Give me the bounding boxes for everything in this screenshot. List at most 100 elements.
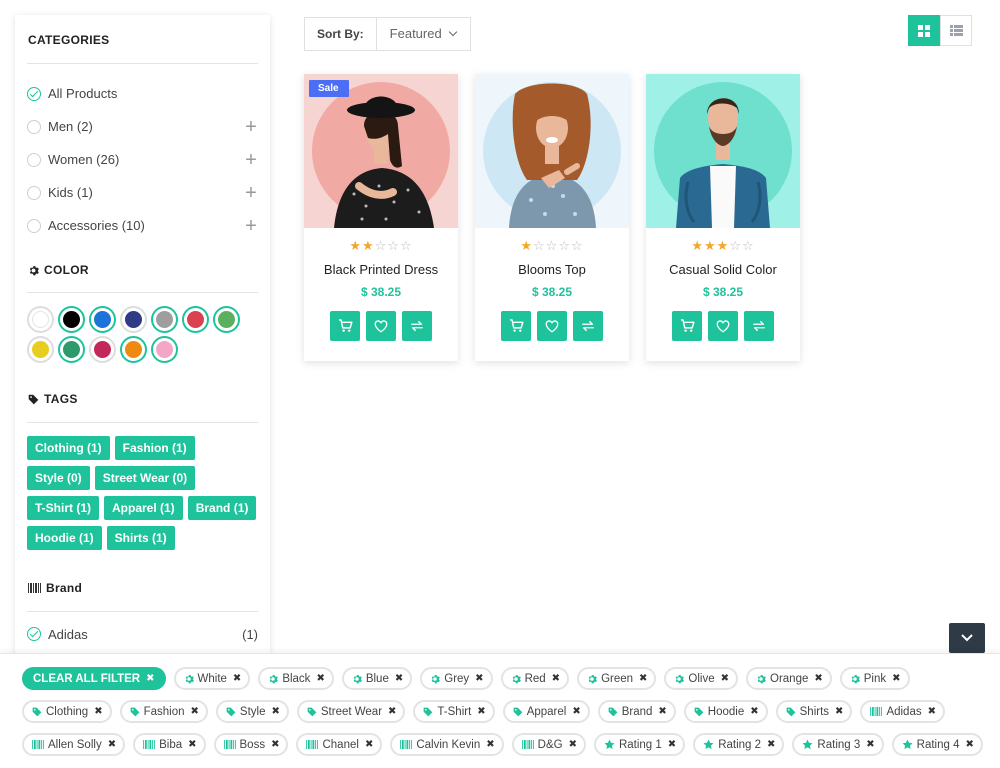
wishlist-button[interactable] [537,311,567,341]
tag-button[interactable]: Style (0) [27,466,90,490]
product-name[interactable]: Casual Solid Color [646,262,800,277]
close-icon[interactable]: ✖ [94,706,102,717]
close-icon[interactable]: ✖ [233,673,241,684]
filter-chip[interactable]: Biba ✖ [133,733,206,756]
close-icon[interactable]: ✖ [639,673,647,684]
filter-chip[interactable]: Blue ✖ [341,667,413,690]
add-to-cart-button[interactable] [672,311,702,341]
close-icon[interactable]: ✖ [835,706,843,717]
close-icon[interactable]: ✖ [108,739,116,750]
sort-dropdown[interactable]: Featured [377,18,470,50]
color-swatch[interactable] [89,336,116,363]
filter-chip[interactable]: Apparel ✖ [502,700,590,723]
close-icon[interactable]: ✖ [658,706,666,717]
product-name[interactable]: Black Printed Dress [304,262,458,277]
color-swatch[interactable] [58,336,85,363]
grid-view-button[interactable] [908,15,940,46]
close-icon[interactable]: ✖ [928,706,936,717]
wishlist-button[interactable] [366,311,396,341]
filter-chip[interactable]: D&G ✖ [511,733,586,756]
tag-button[interactable]: Street Wear (0) [94,466,196,490]
filter-chip[interactable]: Calvin Kevin ✖ [390,733,504,756]
scroll-down-button[interactable] [949,623,985,653]
product-name[interactable]: Blooms Top [475,262,629,277]
category-radio[interactable] [27,119,41,134]
tag-button[interactable]: Fashion (1) [114,436,195,460]
category-radio[interactable] [27,185,41,200]
color-swatch[interactable] [151,306,178,333]
filter-chip[interactable]: Fashion ✖ [119,700,208,723]
filter-chip[interactable]: Hoodie ✖ [683,700,768,723]
filter-chip[interactable]: Olive ✖ [664,667,739,690]
color-swatch[interactable] [89,306,116,333]
filter-chip[interactable]: Style ✖ [215,700,289,723]
close-icon[interactable]: ✖ [866,739,874,750]
close-icon[interactable]: ✖ [486,739,494,750]
plus-icon[interactable]: + [244,150,258,170]
filter-chip[interactable]: White ✖ [173,667,251,690]
close-icon[interactable]: ✖ [271,706,279,717]
plus-icon[interactable]: + [244,183,258,203]
filter-chip[interactable]: Grey ✖ [420,667,493,690]
tag-button[interactable]: Clothing (1) [27,436,110,460]
close-icon[interactable]: ✖ [668,739,676,750]
color-swatch[interactable] [182,306,209,333]
product-image[interactable]: Sale [304,74,458,228]
close-icon[interactable]: ✖ [721,673,729,684]
tag-button[interactable]: Shirts (1) [106,526,175,550]
close-icon[interactable]: ✖ [188,739,196,750]
filter-chip[interactable]: Clothing ✖ [22,700,112,723]
color-swatch[interactable] [151,336,178,363]
close-icon[interactable]: ✖ [316,673,324,684]
filter-chip[interactable]: Rating 4 ✖ [891,733,983,756]
filter-chip[interactable]: Street Wear ✖ [296,700,406,723]
filter-chip[interactable]: Green ✖ [577,667,657,690]
category-item[interactable]: Men (2) + [27,110,258,143]
add-to-cart-button[interactable] [501,311,531,341]
close-icon[interactable]: ✖ [767,739,775,750]
color-swatch[interactable] [120,336,147,363]
close-icon[interactable]: ✖ [477,706,485,717]
close-icon[interactable]: ✖ [892,673,900,684]
filter-chip[interactable]: Rating 2 ✖ [693,733,785,756]
close-icon[interactable]: ✖ [395,673,403,684]
filter-chip[interactable]: T-Shirt ✖ [413,700,495,723]
filter-chip[interactable]: Pink ✖ [839,667,910,690]
product-card[interactable]: ★☆☆☆☆ Blooms Top $ 38.25 [475,74,629,361]
close-icon[interactable]: ✖ [569,739,577,750]
close-icon[interactable]: ✖ [191,706,199,717]
filter-chip[interactable]: Boss ✖ [213,733,289,756]
close-icon[interactable]: ✖ [365,739,373,750]
plus-icon[interactable]: + [244,216,258,236]
tag-button[interactable]: T-Shirt (1) [27,496,99,520]
compare-button[interactable] [744,311,774,341]
filter-chip[interactable]: Black ✖ [258,667,334,690]
filter-chip[interactable]: Red ✖ [500,667,570,690]
filter-chip[interactable]: Allen Solly ✖ [22,733,126,756]
close-icon[interactable]: ✖ [750,706,758,717]
tag-button[interactable]: Brand (1) [187,496,257,520]
product-card[interactable]: ★★★☆☆ Casual Solid Color $ 38.25 [646,74,800,361]
filter-chip[interactable]: Orange ✖ [746,667,832,690]
category-item[interactable]: Women (26) + [27,143,258,176]
color-swatch[interactable] [58,306,85,333]
list-view-button[interactable] [940,15,972,46]
filter-chip[interactable]: Adidas ✖ [860,700,945,723]
tag-button[interactable]: Hoodie (1) [27,526,102,550]
color-swatch[interactable] [27,336,54,363]
compare-button[interactable] [402,311,432,341]
close-icon[interactable]: ✖ [814,673,822,684]
add-to-cart-button[interactable] [330,311,360,341]
filter-chip[interactable]: Shirts ✖ [775,700,853,723]
category-item[interactable]: Kids (1) + [27,176,258,209]
filter-chip[interactable]: Rating 3 ✖ [792,733,884,756]
category-item[interactable]: Accessories (10) + [27,209,258,242]
compare-button[interactable] [573,311,603,341]
plus-icon[interactable]: + [244,117,258,137]
close-icon[interactable]: ✖ [271,739,279,750]
product-card[interactable]: Sale ★★☆☆☆ Black Printed Dress $ 38.25 [304,74,458,361]
close-icon[interactable]: ✖ [388,706,396,717]
product-image[interactable] [646,74,800,228]
filter-chip[interactable]: Chanel ✖ [296,733,383,756]
category-radio[interactable] [27,218,41,233]
